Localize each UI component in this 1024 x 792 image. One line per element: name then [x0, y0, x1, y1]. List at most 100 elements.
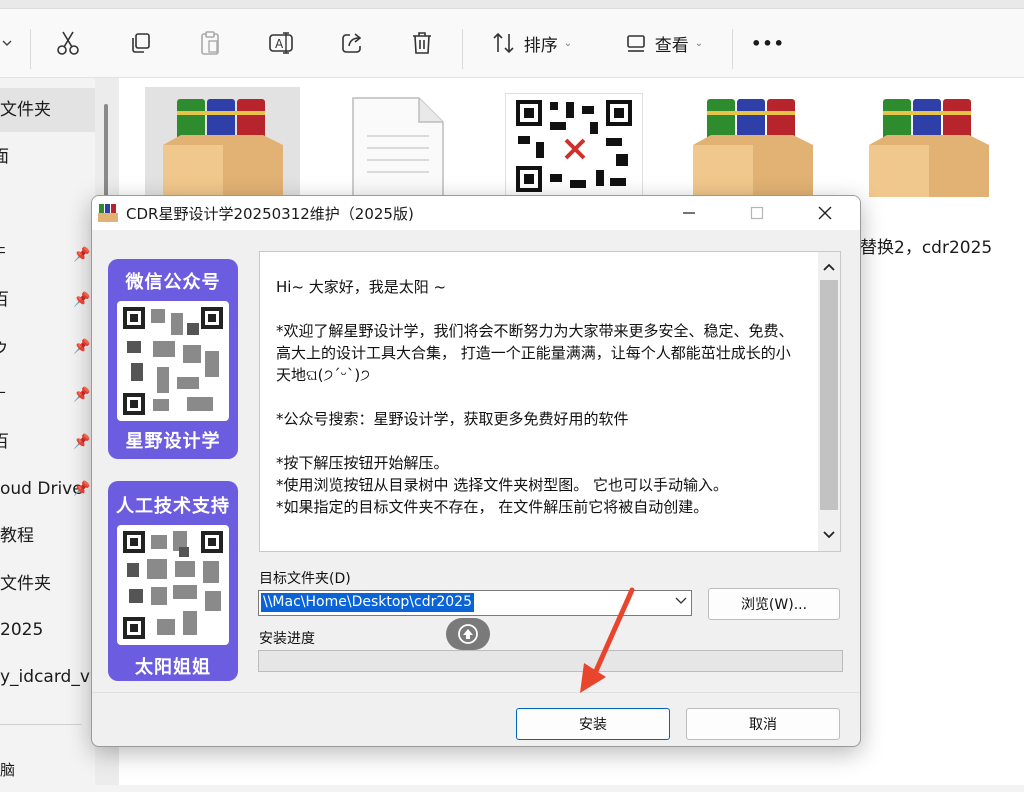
- support-promo-card: 人工技术支持 太阳姐姐: [108, 481, 238, 681]
- close-icon: [818, 206, 832, 220]
- pin-icon: 📌: [73, 387, 91, 403]
- sidebar-item-label: 文件夹: [0, 100, 51, 120]
- sidebar-item[interactable]: ᄃ📌: [0, 233, 95, 277]
- file-item[interactable]: [675, 87, 830, 197]
- wechat-promo-card: 微信公众号 星野设计学: [108, 259, 238, 459]
- sidebar-item[interactable]: 教程: [0, 514, 95, 558]
- dialog-title: CDR星野设计学20250312维护（2025版): [126, 205, 414, 223]
- chevron-down-icon[interactable]: [0, 9, 14, 77]
- scrollbar-thumb[interactable]: [820, 280, 838, 510]
- sidebar-item-label: y_idcard_v1: [0, 667, 95, 687]
- footer-divider: [92, 692, 860, 693]
- paste-icon: [190, 9, 230, 77]
- toolbar-divider: [462, 29, 463, 69]
- qr-code-image: [117, 301, 229, 421]
- archive-icon: [693, 99, 813, 197]
- qr-code-image: [117, 525, 229, 645]
- sidebar-item[interactable]: oud Drive 📌: [0, 467, 95, 511]
- navigation-pane: 文件夹 面 ᄃ📌 百📌 ゥ📌 ᄂ📌 百📌 oud Drive📌 教程 文件夹 2…: [0, 78, 95, 785]
- sidebar-item[interactable]: 面: [0, 135, 95, 179]
- copy-icon[interactable]: [120, 9, 160, 77]
- scroll-down-icon[interactable]: [818, 524, 840, 546]
- toolbar-divider: [732, 29, 733, 69]
- sidebar-item-label: 百: [0, 432, 9, 452]
- sidebar-item[interactable]: ᄂ📌: [0, 373, 95, 417]
- file-item[interactable]: [851, 87, 1006, 217]
- minimize-button[interactable]: [666, 196, 712, 230]
- sidebar-item-label: 百: [0, 290, 9, 310]
- promo-card-title: 微信公众号: [125, 272, 221, 293]
- target-folder-label: 目标文件夹(D): [259, 571, 351, 587]
- cancel-button[interactable]: 取消: [686, 708, 840, 740]
- instruction-line: *如果指定的目标文件夹不存在， 在文件解压前它将被自动创建。: [276, 498, 709, 516]
- pin-icon: 📌: [73, 339, 91, 355]
- sidebar-item[interactable]: 文件夹: [0, 562, 95, 606]
- instruction-line: *使用浏览按钮从目录树中 选择文件夹树型图。 它也可以手动输入。: [276, 476, 729, 494]
- browse-button[interactable]: 浏览(W)...: [708, 588, 840, 620]
- sidebar-item[interactable]: 文件夹: [0, 88, 95, 132]
- file-item[interactable]: [145, 87, 300, 197]
- scroll-up-icon[interactable]: [818, 256, 840, 278]
- sidebar-item[interactable]: 2025: [0, 608, 95, 652]
- sort-label: 排序: [523, 35, 558, 56]
- archive-icon: [869, 99, 989, 197]
- install-progress-bar: [258, 650, 843, 672]
- sidebar-item-label: 文件夹: [0, 574, 51, 594]
- sidebar-item-label: ᄃ: [0, 233, 8, 277]
- minimize-icon: [683, 212, 695, 214]
- file-item[interactable]: [505, 93, 643, 199]
- sidebar-item[interactable]: ゥ 📌: [0, 325, 95, 369]
- public-account-paragraph: *公众号搜索：星野设计学，获取更多免费好用的软件: [276, 410, 629, 428]
- pin-icon: 📌: [73, 247, 91, 263]
- extractor-dialog: CDR星野设计学20250312维护（2025版) 微信公众号 星野设计学 人工…: [91, 195, 861, 747]
- promo-card-footer: 太阳姐姐: [135, 657, 211, 678]
- sidebar-item[interactable]: y_idcard_v1: [0, 655, 95, 699]
- sidebar-item-label: ゥ: [0, 337, 9, 357]
- pin-icon: 📌: [73, 434, 91, 450]
- view-label: 查看: [654, 35, 689, 56]
- file-item[interactable]: [347, 96, 447, 197]
- close-button[interactable]: [802, 196, 848, 230]
- progress-label: 安装进度: [259, 631, 315, 647]
- command-bar: A 排序 ⌄ 查看 ⌄ •••: [0, 9, 1024, 78]
- dialog-titlebar[interactable]: CDR星野设计学20250312维护（2025版): [92, 196, 860, 230]
- svg-text:A: A: [275, 37, 284, 51]
- maximize-icon: [750, 206, 764, 220]
- window-top-strip: [0, 0, 1024, 9]
- sidebar-item[interactable]: 百 📌: [0, 278, 95, 322]
- sidebar-item-label: oud Drive: [0, 479, 83, 499]
- welcome-paragraph: *欢迎了解星野设计学，我们将会不断努力为大家带来更多安全、稳定、免费、高大上的设…: [276, 322, 794, 384]
- sidebar-item[interactable]: 脑: [0, 748, 95, 792]
- sort-button[interactable]: 排序 ⌄: [482, 9, 582, 77]
- pin-icon: 📌: [73, 292, 91, 308]
- view-icon: [626, 35, 645, 52]
- target-folder-value: \\Mac\Home\Desktop\cdr2025: [261, 593, 474, 612]
- sidebar-item-label: 脑: [0, 761, 16, 779]
- install-button[interactable]: 安装: [516, 708, 670, 740]
- cut-icon[interactable]: [48, 9, 88, 77]
- text-scrollbar[interactable]: [818, 252, 840, 551]
- share-icon[interactable]: [332, 9, 372, 77]
- sidebar-item-label: 面: [0, 147, 9, 167]
- sidebar-divider: [0, 724, 82, 725]
- sidebar-item[interactable]: 百 📌: [0, 420, 95, 464]
- view-button[interactable]: 查看 ⌄: [614, 9, 714, 77]
- sort-icon: [493, 32, 514, 54]
- archive-icon: [163, 99, 283, 197]
- more-options-button[interactable]: •••: [746, 9, 790, 77]
- delete-icon[interactable]: [402, 9, 442, 77]
- file-name: 替换2，cdr2025: [860, 238, 993, 258]
- winrar-app-icon: [98, 204, 118, 222]
- info-text-content: Hi~ 大家好，我是太阳 ~ *欢迎了解星野设计学，我们将会不断努力为大家带来更…: [276, 276, 798, 518]
- info-text-area[interactable]: Hi~ 大家好，我是太阳 ~ *欢迎了解星野设计学，我们将会不断努力为大家带来更…: [259, 251, 841, 552]
- toolbar-divider: [30, 29, 31, 69]
- qr-image-icon: [516, 100, 632, 192]
- sidebar-item-label: 教程: [0, 526, 34, 546]
- chevron-down-icon[interactable]: [675, 597, 687, 605]
- pin-icon: 📌: [73, 481, 91, 497]
- promo-card-title: 人工技术支持: [116, 496, 230, 517]
- floating-upload-button[interactable]: [446, 618, 490, 650]
- rename-icon[interactable]: A: [260, 9, 304, 77]
- chevron-down-icon: ⌄: [694, 37, 704, 49]
- maximize-button: [734, 196, 780, 230]
